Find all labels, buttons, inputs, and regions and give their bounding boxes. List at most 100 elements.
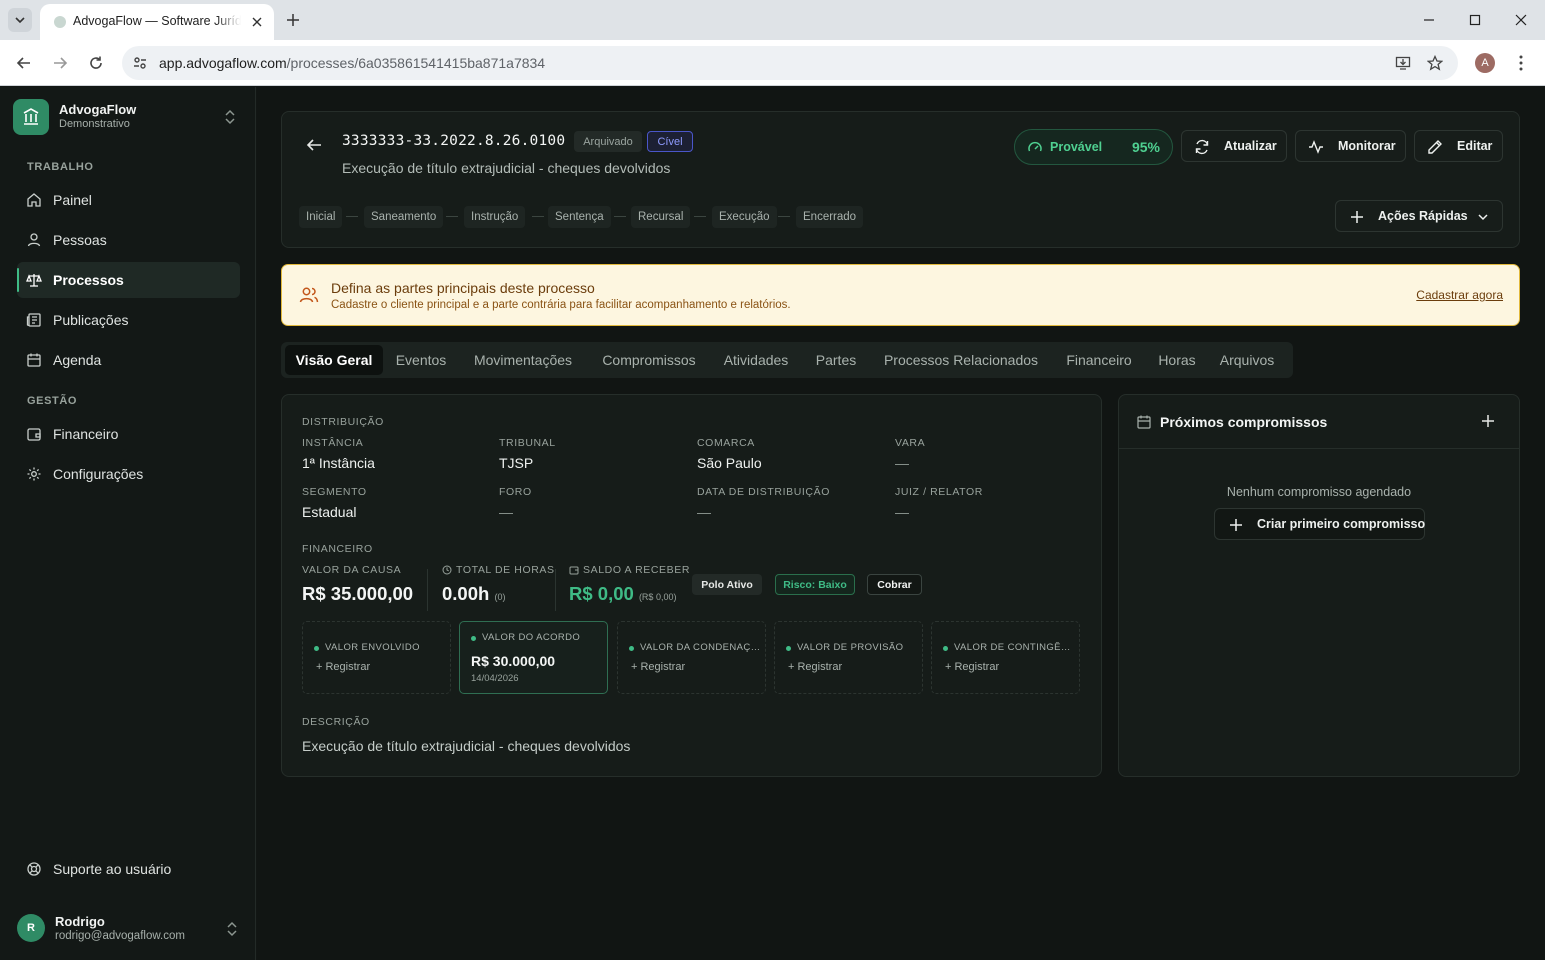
field-value-forum: — (499, 504, 513, 520)
sidebar-item-label: Pessoas (53, 232, 107, 248)
create-first-appointment-button[interactable]: Criar primeiro compromisso (1214, 508, 1425, 540)
sidebar-item-pessoas[interactable]: Pessoas (17, 222, 240, 258)
address-bar[interactable]: app.advogaflow.com/processes/6a035861541… (122, 46, 1458, 80)
forward-nav-button[interactable] (48, 51, 72, 75)
stage-instrucao[interactable]: Instrução (464, 206, 526, 228)
chevron-down-icon (1478, 214, 1488, 221)
close-icon (252, 17, 262, 27)
install-icon (1395, 56, 1411, 70)
register-link[interactable]: + Registrar (316, 661, 370, 673)
value-box-title: VALOR ENVOLVIDO (325, 642, 420, 653)
tab-financial[interactable]: Financeiro (1055, 345, 1143, 375)
probability-indicator[interactable]: Provável 95% (1014, 129, 1173, 165)
tab-files[interactable]: Arquivos (1211, 345, 1283, 375)
value-box-contingency[interactable]: VALOR DE CONTINGÊNCIA + Registrar (931, 621, 1080, 694)
stage-separator (694, 216, 706, 217)
process-description: Execução de título extrajudicial - chequ… (342, 160, 671, 176)
process-number: 3333333-33.2022.8.26.0100 (342, 133, 566, 149)
site-settings-icon[interactable] (132, 55, 148, 71)
alert-text: Cadastre o cliente principal e a parte c… (331, 299, 791, 311)
more-vertical-icon (1519, 55, 1523, 71)
browser-tab-strip: AdvogaFlow — Software Jurídico (0, 0, 1545, 40)
browser-tab[interactable]: AdvogaFlow — Software Jurídico (40, 4, 274, 40)
sidebar-item-financeiro[interactable]: Financeiro (17, 416, 240, 452)
pole-badge: Polo Ativo (692, 574, 762, 595)
main-content: 3333333-33.2022.8.26.0100 Arquivado Cíve… (257, 87, 1545, 960)
edit-button[interactable]: Editar (1414, 130, 1503, 162)
tab-related-processes[interactable]: Processos Relacionados (875, 345, 1047, 375)
maximize-button[interactable] (1463, 8, 1487, 32)
stage-separator (532, 216, 544, 217)
sidebar-item-painel[interactable]: Painel (17, 182, 240, 218)
stage-saneamento[interactable]: Saneamento (364, 206, 444, 228)
arrow-left-icon[interactable] (304, 136, 324, 154)
install-app-button[interactable] (1394, 54, 1412, 72)
parties-alert: Defina as partes principais deste proces… (281, 264, 1520, 326)
field-value-distribution-date: — (697, 504, 711, 520)
register-link[interactable]: + Registrar (945, 661, 999, 673)
profile-avatar[interactable]: A (1475, 53, 1495, 73)
stage-recursal[interactable]: Recursal (631, 206, 691, 228)
sidebar-item-processos[interactable]: Processos (17, 262, 240, 298)
tab-events[interactable]: Eventos (387, 345, 455, 375)
stage-separator (346, 216, 358, 217)
tab-parties[interactable]: Partes (805, 345, 867, 375)
tab-search-button[interactable] (8, 8, 32, 32)
value-box-condemnation[interactable]: VALOR DA CONDENAÇÃO + Registrar (617, 621, 766, 694)
newspaper-icon (26, 313, 41, 327)
user-menu[interactable]: R Rodrigo rodrigo@advogaflow.com (17, 913, 240, 945)
plus-icon[interactable] (1479, 412, 1497, 430)
calendar-icon (27, 353, 41, 367)
field-label: INSTÂNCIA (302, 437, 364, 449)
tab-activities[interactable]: Atividades (715, 345, 797, 375)
support-link[interactable]: Suporte ao usuário (17, 851, 240, 887)
financial-section-label: FINANCEIRO (302, 543, 373, 555)
value-box-involved[interactable]: VALOR ENVOLVIDO + Registrar (302, 621, 451, 694)
tab-title: AdvogaFlow — Software Jurídico (73, 14, 241, 28)
stage-execucao[interactable]: Execução (712, 206, 777, 228)
calendar-icon (1137, 415, 1151, 429)
bookmark-button[interactable] (1426, 54, 1444, 72)
quick-actions-button[interactable]: Ações Rápidas (1335, 200, 1503, 232)
process-tabs: Visão Geral Eventos Movimentações Compro… (281, 342, 1293, 378)
logo-icon (23, 108, 39, 125)
register-link[interactable]: + Registrar (631, 661, 685, 673)
new-tab-button[interactable] (283, 10, 303, 30)
refresh-button[interactable]: Atualizar (1181, 130, 1287, 162)
tab-overview[interactable]: Visão Geral (285, 345, 383, 375)
workspace-switcher[interactable]: AdvogaFlow Demonstrativo (13, 99, 243, 135)
plus-icon (287, 14, 299, 26)
minimize-button[interactable] (1417, 8, 1441, 32)
field-value-segment: Estadual (302, 504, 357, 520)
sidebar-item-label: Processos (53, 272, 124, 288)
wallet-icon (27, 428, 41, 441)
stage-sentenca[interactable]: Sentença (548, 206, 611, 228)
sidebar-item-publicacoes[interactable]: Publicações (17, 302, 240, 338)
reload-button[interactable] (84, 51, 108, 75)
tab-appointments[interactable]: Compromissos (591, 345, 707, 375)
stage-inicial[interactable]: Inicial (299, 206, 343, 228)
back-nav-button[interactable] (12, 51, 36, 75)
value-box-settlement[interactable]: VALOR DO ACORDO R$ 30.000,00 14/04/2026 (459, 621, 608, 694)
gauge-icon (1028, 141, 1042, 152)
value-box-provision[interactable]: VALOR DE PROVISÃO + Registrar (774, 621, 923, 694)
panel-title: Próximos compromissos (1160, 414, 1328, 430)
charge-button[interactable]: Cobrar (867, 574, 922, 595)
browser-menu-button[interactable] (1512, 53, 1530, 73)
sidebar-item-configuracoes[interactable]: Configurações (17, 456, 240, 492)
field-label: JUIZ / RELATOR (895, 486, 983, 498)
field-label: TRIBUNAL (499, 437, 556, 449)
stage-encerrado[interactable]: Encerrado (796, 206, 864, 228)
home-icon (27, 193, 41, 207)
register-link[interactable]: + Registrar (788, 661, 842, 673)
sidebar-item-agenda[interactable]: Agenda (17, 342, 240, 378)
status-dot (314, 646, 319, 651)
monitor-button[interactable]: Monitorar (1295, 130, 1406, 162)
tab-hours[interactable]: Horas (1151, 345, 1203, 375)
register-now-link[interactable]: Cadastrar agora (1416, 288, 1503, 302)
nav-section-manage: GESTÃO (27, 395, 78, 407)
tab-close-button[interactable] (248, 13, 266, 31)
close-window-button[interactable] (1509, 8, 1533, 32)
nav-section-work: TRABALHO (27, 161, 94, 173)
tab-movements[interactable]: Movimentações (463, 345, 583, 375)
